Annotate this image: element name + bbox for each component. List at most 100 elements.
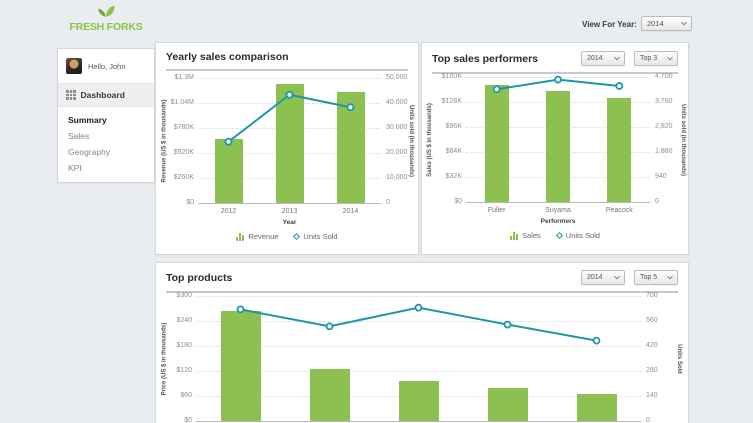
diamond-legend-icon (293, 233, 300, 240)
product-bar (399, 381, 439, 421)
logo-text: FRESH FORKS (57, 21, 155, 33)
top-performers-chart: Sales (US $ in thousands) Units sold (in… (422, 43, 688, 254)
panel-top-sales-performers: Top sales performers 2014 Top 3 Sales (U… (421, 42, 689, 255)
left-tick-label: $300 (154, 292, 192, 300)
right-tick-label: 0 (386, 199, 390, 207)
left-tick-label: $1.04M (156, 99, 194, 107)
user-greeting: Hello, John (88, 62, 126, 71)
right-tick-label: 20,000 (386, 149, 407, 157)
fresh-forks-logo: FRESH FORKS (57, 4, 155, 33)
x-category-label: Fuller (467, 207, 527, 214)
sidebar-item-geography[interactable]: Geography (58, 144, 154, 160)
x-axis-title: Year (198, 219, 381, 226)
chart-legend: Sales Units Sold (422, 231, 688, 240)
left-tick-label: $0 (156, 199, 194, 207)
left-tick-label: $160K (424, 73, 462, 81)
gridline (198, 78, 381, 79)
right-axis-title: Units sold (in thousands) (405, 78, 417, 203)
right-tick-label: 2,820 (655, 123, 673, 131)
gridline (196, 296, 641, 297)
leaf-icon (95, 4, 117, 17)
dashboard-grid-icon (66, 90, 76, 100)
x-category-label: 2014 (321, 208, 381, 215)
left-tick-label: $60 (154, 392, 192, 400)
right-tick-label: 420 (646, 342, 658, 350)
sidebar-item-sales[interactable]: Sales (58, 128, 154, 144)
view-for-year-label: View For Year: (582, 20, 637, 29)
left-tick-label: $780K (156, 124, 194, 132)
sales-bar (485, 85, 509, 202)
product-bar (488, 388, 528, 421)
left-tick-label: $240 (154, 317, 192, 325)
right-axis-title: Units sold (in thousands) (677, 77, 689, 202)
dashboard-label: Dashboard (81, 90, 125, 100)
year-dropdown[interactable]: 2014 (641, 16, 692, 31)
left-tick-label: $32K (424, 173, 462, 181)
left-tick-label: $0 (154, 417, 192, 423)
x-axis-line (466, 202, 650, 203)
right-tick-label: 30,000 (386, 124, 407, 132)
year-dropdown-value: 2014 (647, 19, 664, 28)
top-products-chart: Price (US $ in thousands) Units Sold $0 0… (156, 263, 688, 423)
legend-item-revenue: Revenue (236, 232, 278, 241)
x-category-label: Suyama (528, 207, 588, 214)
gridline (196, 321, 641, 322)
gridline (466, 77, 650, 78)
product-bar (221, 311, 261, 421)
right-axis-title: Units Sold (673, 296, 685, 421)
diamond-legend-icon (556, 232, 563, 239)
right-tick-label: 140 (646, 392, 658, 400)
right-tick-label: 560 (646, 317, 658, 325)
yearly-sales-chart: Revenue (US $ in thousands) Units sold (… (156, 43, 418, 254)
x-category-label: 2012 (199, 208, 259, 215)
sidebar-item-summary[interactable]: Summary (58, 112, 154, 128)
left-tick-label: $120 (154, 367, 192, 375)
legend-item-units-sold: Units Sold (294, 232, 337, 241)
left-tick-label: $520K (156, 149, 194, 157)
right-tick-label: 40,000 (386, 99, 407, 107)
left-axis-title: Price (US $ in thousands) (158, 296, 170, 421)
bar-chart-legend-icon (510, 232, 518, 240)
sidebar-item-dashboard[interactable]: Dashboard (58, 84, 154, 107)
right-tick-label: 0 (655, 198, 659, 206)
right-tick-label: 50,000 (386, 74, 407, 82)
right-tick-label: 280 (646, 367, 658, 375)
panel-yearly-sales-comparison: Yearly sales comparison Revenue (US $ in… (155, 42, 419, 255)
sales-bar (607, 98, 631, 202)
right-tick-label: 3,760 (655, 98, 673, 106)
panel-top-products: Top products 2014 Top 5 Price (US $ in t… (155, 262, 689, 423)
bar-chart-legend-icon (236, 233, 244, 241)
gridline (196, 346, 641, 347)
sidebar-item-kpi[interactable]: KPI (58, 160, 154, 176)
revenue-bar (276, 84, 304, 203)
left-tick-label: $1.3M (156, 74, 194, 82)
sidebar-nav: Summary Sales Geography KPI (58, 107, 154, 182)
left-axis-title: Revenue (US $ in thousands) (158, 78, 170, 203)
right-tick-label: 10,000 (386, 174, 407, 182)
x-axis-line (196, 421, 641, 422)
gridline (196, 371, 641, 372)
x-category-label: 2013 (260, 208, 320, 215)
revenue-bar (215, 139, 243, 203)
chart-legend: Revenue Units Sold (156, 232, 418, 241)
product-bar (577, 394, 617, 421)
revenue-bar (337, 92, 365, 203)
legend-item-units-sold: Units Sold (557, 231, 600, 240)
right-tick-label: 940 (655, 173, 667, 181)
user-profile: Hello, John (58, 49, 154, 84)
sales-bar (546, 91, 570, 202)
legend-item-sales: Sales (510, 231, 541, 240)
x-axis-title: Performers (466, 218, 650, 225)
left-tick-label: $260K (156, 174, 194, 182)
right-tick-label: 0 (646, 417, 650, 423)
right-tick-label: 4,700 (655, 73, 673, 81)
avatar (66, 58, 82, 74)
sidebar: Hello, John Dashboard Summary Sales Geog… (57, 48, 155, 183)
left-tick-label: $128K (424, 98, 462, 106)
left-axis-title: Sales (US $ in thousands) (424, 77, 436, 202)
x-category-label: Peacock (589, 207, 649, 214)
left-tick-label: $64K (424, 148, 462, 156)
chevron-down-icon (681, 19, 687, 25)
right-tick-label: 700 (646, 292, 658, 300)
left-tick-label: $180 (154, 342, 192, 350)
